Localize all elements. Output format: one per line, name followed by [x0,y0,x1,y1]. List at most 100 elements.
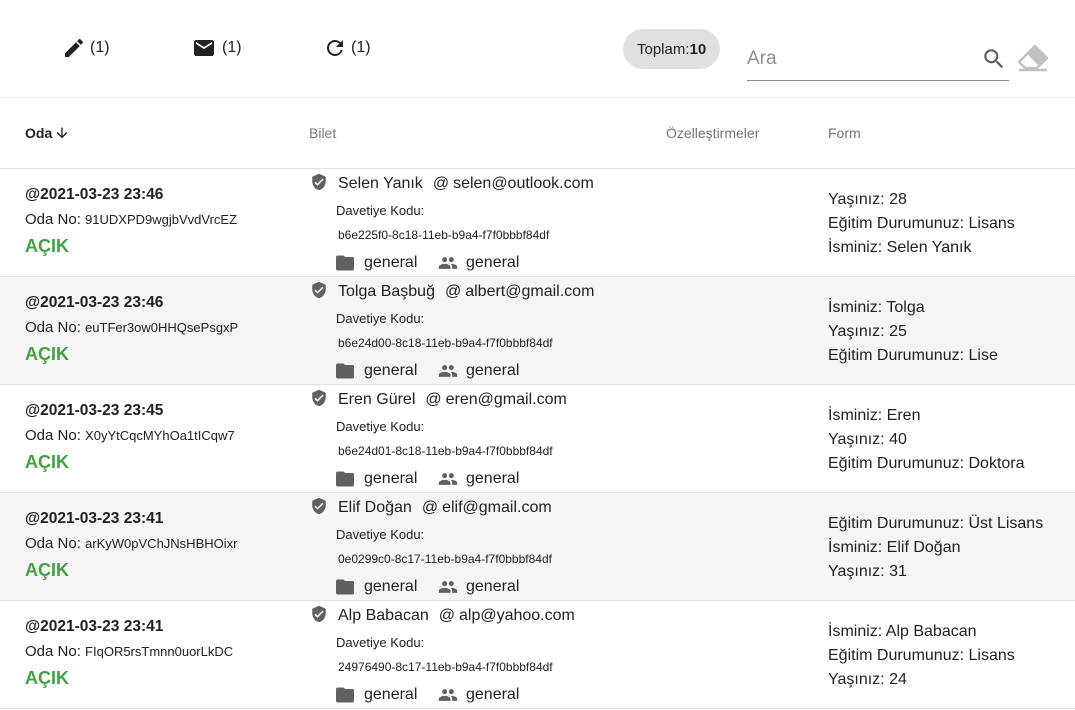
shield-check-icon [312,497,326,515]
room-code: 91UDXPD9wgjbVvdVrcEZ [85,212,238,227]
status-badge: AÇIK [25,236,69,256]
search-input[interactable] [747,40,967,78]
group-label: general [466,470,520,487]
folder-label: general [364,362,418,379]
search-box [747,40,1009,81]
folder-icon [336,579,354,595]
row-date: @2021-03-23 23:41 [25,618,164,635]
ticket-group: general [438,578,519,596]
shield-check-icon [312,389,326,407]
ticket-folder: general [336,686,417,704]
table-row[interactable]: @2021-03-23 23:45 Oda No: X0yYtCqcMYhOa1… [0,385,1075,493]
people-icon [438,365,458,377]
ticket-folder: general [336,362,417,380]
ticket-email: elif@gmail.com [442,499,552,516]
table-row[interactable]: @2021-03-23 23:41 Oda No: FIqOR5rsTmnn0u… [0,601,1075,709]
form-answers: Yaşınız: 28 Eğitim Durumunuz: Lisans İsmin… [828,188,1015,260]
ticket-holder: Tolga Başbuğ @ albert@gmail.com [338,283,594,301]
ticket-group: general [438,470,519,488]
form-answer-line: Yaşınız: 25 [828,323,907,340]
room-label: Oda No: [25,643,81,660]
group-label: general [466,362,520,379]
at-icon: @ [438,607,455,624]
room-code: FIqOR5rsTmnn0uorLkDC [85,644,234,659]
mail-button[interactable]: (1) [190,36,242,60]
ticket-name: Alp Babacan [338,607,429,624]
ticket-group: general [438,686,519,704]
folder-icon [336,255,354,271]
search-icon[interactable] [981,46,1007,72]
people-icon [438,581,458,593]
row-date: @2021-03-23 23:46 [25,294,164,311]
ticket-holder: Alp Babacan @ alp@yahoo.com [338,607,575,625]
room-code: euTFer3ow0HHQsePsgxP [85,320,239,335]
shield-check-icon [312,281,326,299]
at-icon: @ [421,499,439,516]
ticket-folder: general [336,254,417,272]
ticket-name: Selen Yanık [338,175,423,192]
form-answer-line: Yaşınız: 24 [828,671,907,688]
invite-code: b6e24d00-8c18-11eb-b9a4-f7f0bbbf84df [338,336,553,350]
total-value: 10 [689,40,707,58]
column-header-form[interactable]: Form [828,125,861,141]
shield-check-icon [312,605,326,623]
folder-label: general [364,578,418,595]
invite-code: 0e0299c0-8c17-11eb-b9a4-f7f0bbbf84df [338,552,552,566]
row-date: @2021-03-23 23:41 [25,510,164,527]
invite-code: b6e24d01-8c18-11eb-b9a4-f7f0bbbf84df [338,444,553,458]
folder-icon [336,471,354,487]
people-icon [438,257,458,269]
column-header-oda[interactable]: Oda [25,125,70,141]
group-label: general [466,686,520,703]
edit-button[interactable]: (1) [62,36,110,60]
form-answer-line: İsminiz: Tolga [828,299,925,316]
refresh-button[interactable]: (1) [323,36,371,60]
edit-count: (1) [90,39,110,56]
row-room: Oda No: X0yYtCqcMYhOa1tICqw7 [25,427,235,444]
row-room: Oda No: arKyW0pVChJNsHBHOixr [25,535,237,552]
arrow-down-icon [56,127,68,139]
table-row[interactable]: @2021-03-23 23:41 Oda No: arKyW0pVChJNsH… [0,493,1075,601]
ticket-holder: Selen Yanık @ selen@outlook.com [338,175,594,193]
eraser-icon[interactable] [1017,44,1049,72]
row-room: Oda No: FIqOR5rsTmnn0uorLkDC [25,643,233,660]
invite-code: b6e225f0-8c18-11eb-b9a4-f7f0bbbf84df [338,228,550,242]
room-label: Oda No: [25,535,81,552]
status-badge: AÇIK [25,452,69,472]
column-header-ozellestirmeler[interactable]: Özelleştirmeler [666,125,759,141]
mail-count: (1) [222,39,242,56]
ticket-holder: Elif Doğan @ elif@gmail.com [338,499,552,517]
ticket-name: Tolga Başbuğ [338,283,435,300]
status-badge: AÇIK [25,344,69,364]
ticket-name: Eren Gürel [338,391,416,408]
status-badge: AÇIK [25,668,69,688]
form-answer-line: İsminiz: Eren [828,407,921,424]
table-row[interactable]: @2021-03-23 23:46 Oda No: 91UDXPD9wgjbVv… [0,169,1075,277]
room-label: Oda No: [25,211,81,228]
ticket-folder: general [336,578,417,596]
total-chip: Toplam: 10 [623,29,721,69]
form-answer-line: Eğitim Durumunuz: Lisans [828,647,1015,664]
invite-label: Davetiye Kodu: [336,527,425,542]
people-icon [438,473,458,485]
form-answer-line: Yaşınız: 40 [828,431,907,448]
form-answer-line: Eğitim Durumunuz: Doktora [828,455,1025,472]
folder-label: general [364,686,418,703]
mail-icon [194,40,214,56]
column-header-bilet[interactable]: Bilet [309,125,336,141]
ticket-name: Elif Doğan [338,499,412,516]
row-date: @2021-03-23 23:45 [25,402,164,419]
form-answer-line: Eğitim Durumunuz: Üst Lisans [828,515,1044,532]
folder-label: general [364,254,418,271]
group-label: general [466,578,520,595]
column-header-oda-label: Oda [25,125,53,141]
toolbar: (1) (1) (1) Toplam: 10 [0,0,1075,98]
form-answer-line: Yaşınız: 28 [828,191,907,208]
row-date: @2021-03-23 23:46 [25,186,164,203]
ticket-holder: Eren Gürel @ eren@gmail.com [338,391,567,409]
refresh-icon [327,40,343,56]
ticket-group: general [438,362,519,380]
ticket-email: albert@gmail.com [465,283,595,300]
table-row[interactable]: @2021-03-23 23:46 Oda No: euTFer3ow0HHQs… [0,277,1075,385]
row-room: Oda No: 91UDXPD9wgjbVvdVrcEZ [25,211,237,228]
